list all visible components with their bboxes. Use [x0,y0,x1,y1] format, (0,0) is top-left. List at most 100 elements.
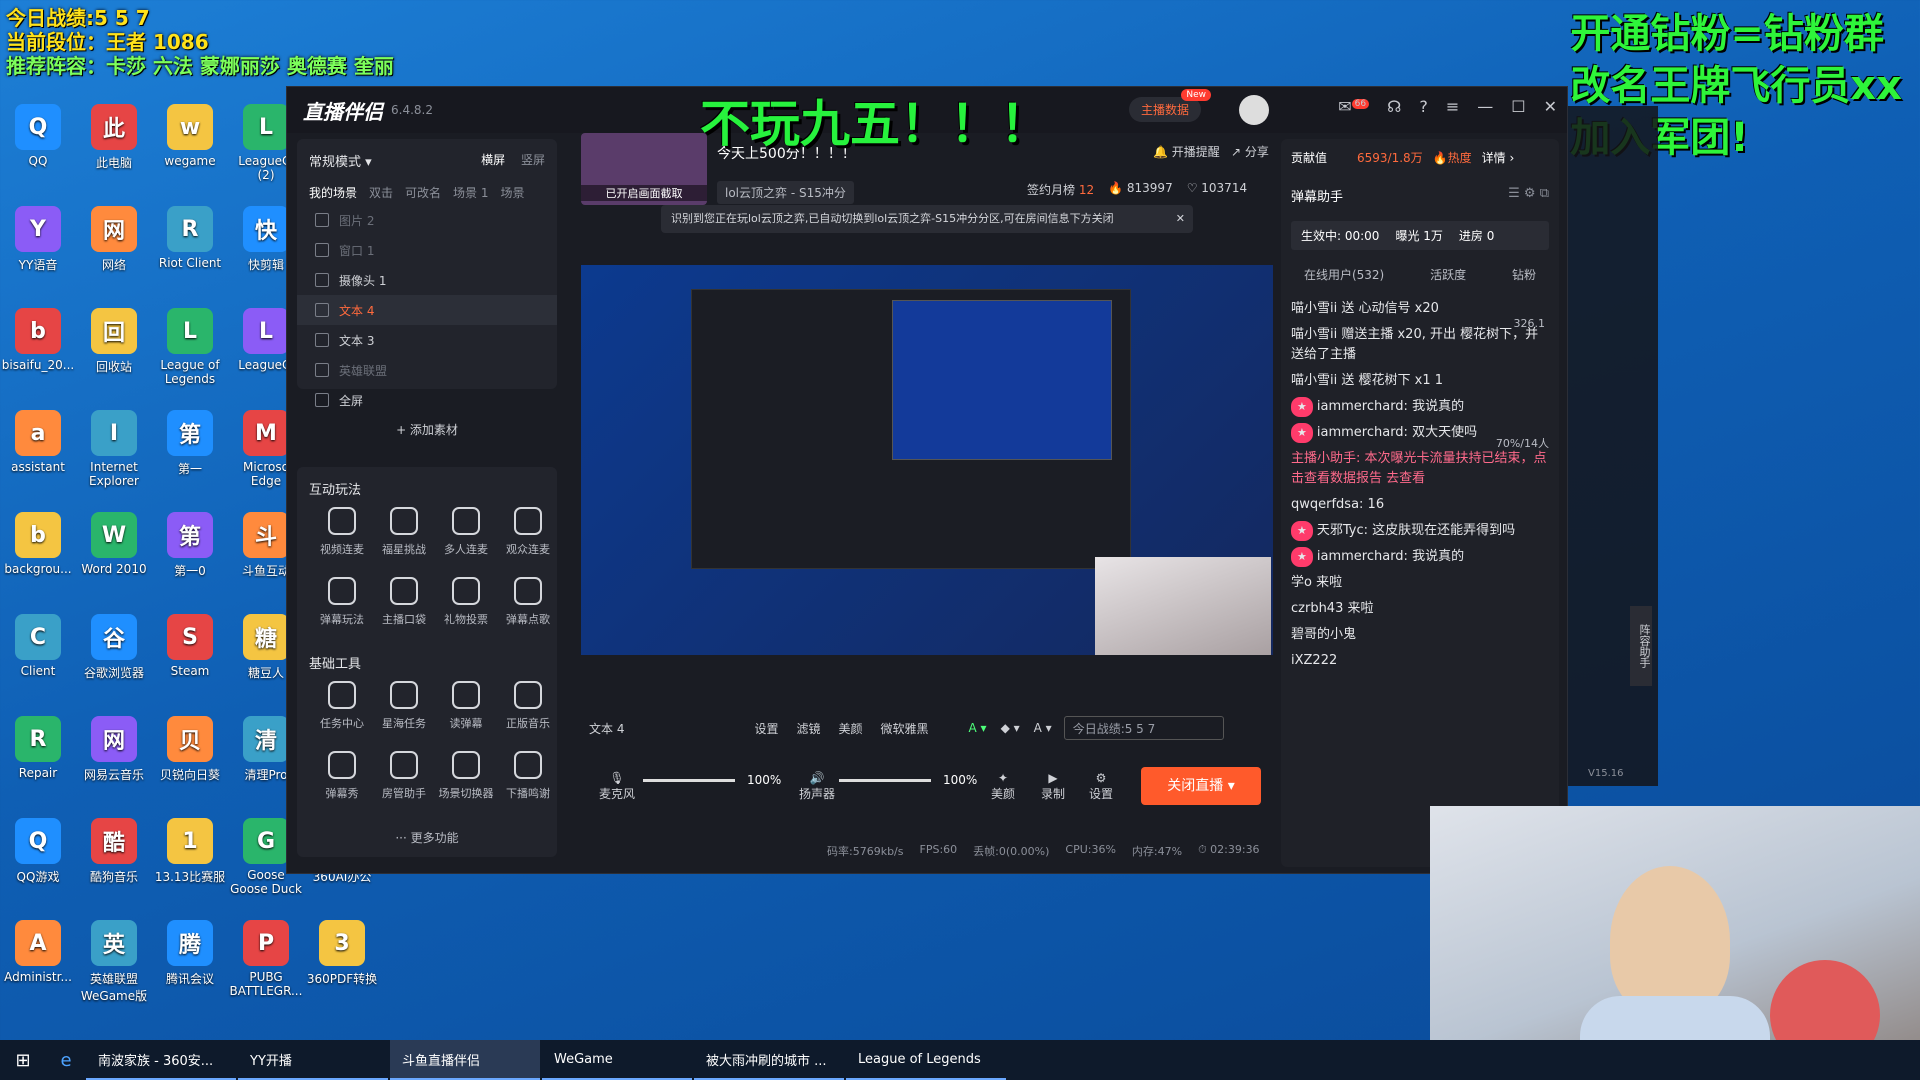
font-size-icon[interactable]: A ▾ [1034,721,1052,735]
taskbar-item[interactable]: 南波家族 - 360安... [86,1040,236,1080]
taskbar-item[interactable]: 斗鱼直播伴侣 [390,1040,540,1080]
tool-button[interactable]: 多人连麦 [431,507,501,557]
tool-button[interactable]: 正版音乐 [493,681,563,731]
desktop-icon[interactable]: W Word 2010 [76,512,152,576]
category-select[interactable]: lol云顶之弈 - S15冲分 [717,181,854,204]
desktop-icon[interactable]: A Administr... [0,920,76,984]
desktop-icon[interactable]: 回回收站 [76,308,152,375]
mode-select[interactable]: 常规模式 ▾ [309,151,372,170]
desktop-icon[interactable]: S Steam [152,614,228,678]
orient-landscape[interactable]: 横屏 [481,153,505,167]
stream-thumbnail[interactable]: 已开启画面截取 [581,133,707,205]
tool-button[interactable]: 任务中心 [307,681,377,731]
tool-button[interactable]: 星海任务 [369,681,439,731]
sign-rank[interactable]: 签约月榜 12 [1027,181,1094,198]
desktop-icon[interactable]: 酷酷狗音乐 [76,818,152,885]
scene-tab[interactable]: 双击 [369,184,393,201]
headset-icon[interactable]: ☊ [1387,97,1401,116]
desktop-icon[interactable]: 贝贝锐向日葵 [152,716,228,783]
remind-button[interactable]: 🔔 开播提醒 [1153,143,1220,160]
tool-button[interactable]: 房管助手 [369,751,439,801]
live-data-button[interactable]: 主播数据 New [1129,89,1212,122]
viewer-tab[interactable]: 在线用户(532) [1304,266,1384,283]
minimize-icon[interactable]: — [1477,97,1493,116]
message-icon[interactable]: ✉ 66 [1338,97,1370,116]
desktop-icon[interactable]: Y YY语音 [0,206,76,273]
desktop-icon[interactable]: 腾腾讯会议 [152,920,228,987]
desktop-icon[interactable]: P PUBG BATTLEGR... [228,920,304,998]
orient-portrait[interactable]: 竖屏 [521,153,545,167]
tool-button[interactable]: 礼物投票 [431,577,501,627]
tool-button[interactable]: 主播口袋 [369,577,439,627]
toolbar-item[interactable]: 设置 [754,720,778,737]
ie-icon[interactable]: e [46,1040,86,1080]
taskbar-item[interactable]: YY开播 [238,1040,388,1080]
scene-tab[interactable]: 场景 1 [453,184,488,201]
desktop-icon[interactable]: a assistant [0,410,76,474]
source-item[interactable]: 窗口 1 [297,235,557,265]
source-item[interactable]: 图片 2 [297,205,557,235]
desktop-icon[interactable]: I Internet Explorer [76,410,152,488]
stop-live-button[interactable]: 关闭直播 ▾ [1141,767,1261,805]
desktop-icon[interactable]: 此此电脑 [76,104,152,171]
avatar[interactable] [1239,95,1269,125]
assistant-tools[interactable]: ☰ ⚙ ⧉ [1508,186,1549,205]
tool-button[interactable]: 弹幕玩法 [307,577,377,627]
desktop-icon[interactable]: 谷谷歌浏览器 [76,614,152,681]
tool-button[interactable]: 下播鸣谢 [493,751,563,801]
scene-tab[interactable]: 场景 [501,184,525,201]
source-item[interactable]: 文本 4 [297,295,557,325]
maximize-icon[interactable]: ☐ [1511,97,1525,116]
taskbar-item[interactable]: WeGame [542,1040,692,1080]
tool-button[interactable]: 场景切换器 [431,751,501,801]
detail-link[interactable]: 详情 › [1482,149,1515,166]
desktop-icon[interactable]: C Client [0,614,76,678]
beauty-button[interactable]: ✦ 美颜 [991,771,1015,802]
taskbar-item[interactable]: League of Legends [846,1040,1006,1080]
desktop-icon[interactable]: b backgrou... [0,512,76,576]
desktop-icon[interactable]: 第第一0 [152,512,228,579]
tool-button[interactable]: 福星挑战 [369,507,439,557]
desktop-icon[interactable]: w wegame [152,104,228,168]
desktop-icon[interactable]: Q QQ游戏 [0,818,76,885]
toolbar-item[interactable]: 滤镜 [796,720,820,737]
tool-button[interactable]: 读弹幕 [431,681,501,731]
fill-color-icon[interactable]: ◆ ▾ [1001,721,1020,735]
tool-button[interactable]: 弹幕秀 [307,751,377,801]
taskbar-item[interactable]: 被大雨冲刷的城市 ... [694,1040,844,1080]
tool-button[interactable]: 观众连麦 [493,507,563,557]
settings-button[interactable]: ⚙ 设置 [1089,771,1113,802]
desktop-icon[interactable]: R Riot Client [152,206,228,270]
desktop-icon[interactable]: 3 360PDF转换 [304,920,380,987]
source-item[interactable]: 英雄联盟 [297,355,557,385]
speaker-control[interactable]: 🔊 扬声器 [799,771,835,802]
desktop-icon[interactable]: 第第一 [152,410,228,477]
mic-slider[interactable] [643,779,735,782]
add-source-button[interactable]: + 添加素材 [297,421,557,438]
start-icon[interactable]: ⊞ [0,1040,46,1080]
share-button[interactable]: ↗ 分享 [1231,143,1269,160]
close-icon[interactable]: ✕ [1544,97,1557,116]
desktop-icon[interactable]: 网网络 [76,206,152,273]
text-color-icon[interactable]: A ▾ [969,721,987,735]
tool-button[interactable]: 弹幕点歌 [493,577,563,627]
close-notice-icon[interactable]: ✕ [1176,205,1185,233]
source-item[interactable]: 摄像头 1 [297,265,557,295]
stream-preview[interactable] [581,265,1273,655]
scene-tab[interactable]: 可改名 [405,184,441,201]
scene-tab[interactable]: 我的场景 [309,184,357,201]
speaker-slider[interactable] [839,779,931,782]
help-icon[interactable]: ? [1419,97,1428,116]
desktop-icon[interactable]: Q QQ [0,104,76,168]
desktop-icon[interactable]: 网网易云音乐 [76,716,152,783]
mic-control[interactable]: 🎙 麦克风 [599,771,635,802]
toolbar-item[interactable]: 微软雅黑 [881,720,929,737]
desktop-icon[interactable]: 1 13.13比赛服 [152,818,228,885]
toolbar-item[interactable]: 美颜 [838,720,862,737]
desktop-icon[interactable]: L League of Legends [152,308,228,386]
desktop-icon[interactable]: 英英雄联盟 WeGame版 [76,920,152,1004]
menu-icon[interactable]: ≡ [1446,97,1459,116]
viewer-tab[interactable]: 活跃度 [1430,266,1466,283]
record-button[interactable]: ▶ 录制 [1041,771,1065,802]
source-item[interactable]: 全屏 [297,385,557,415]
